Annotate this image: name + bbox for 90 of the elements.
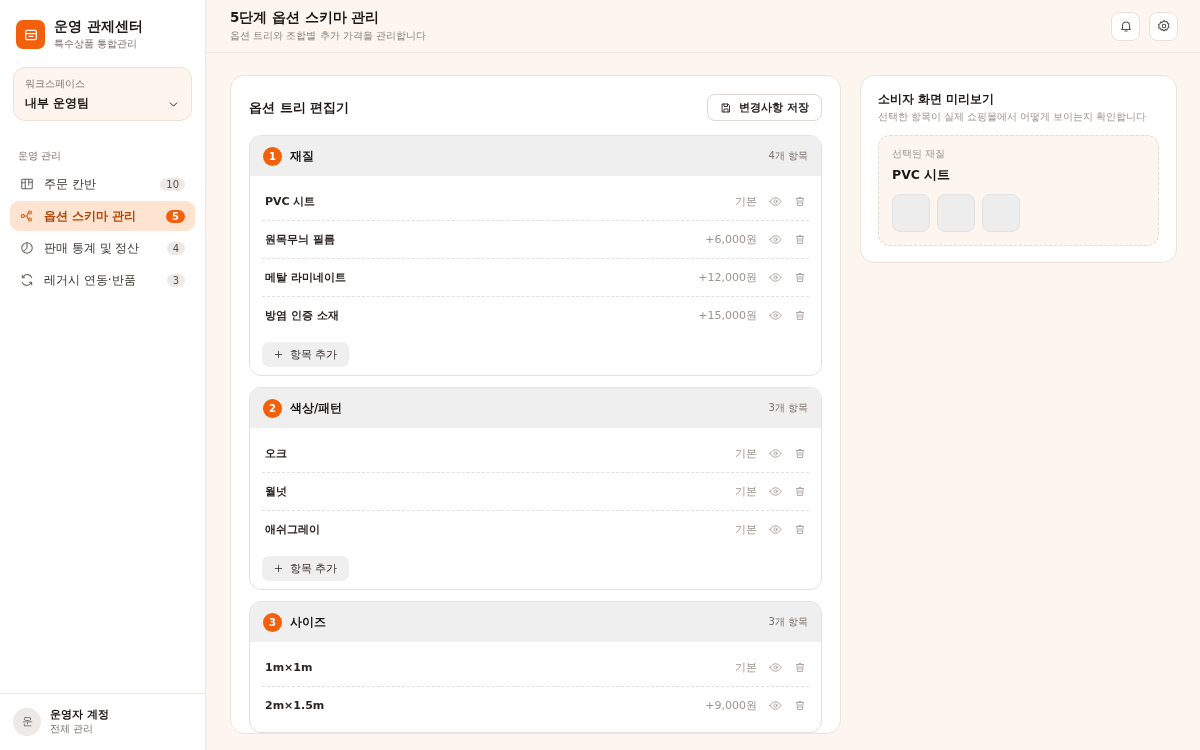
item-count: 4개 항목	[768, 149, 808, 163]
eye-icon[interactable]	[769, 447, 782, 460]
selected-label: 선택된 재질	[892, 148, 947, 161]
eye-icon[interactable]	[769, 233, 782, 246]
workspace-select[interactable]: 워크스페이스 내부 운영팀	[13, 67, 192, 121]
nav-label: 옵션 스키마 관리	[44, 207, 138, 225]
option-name: 원목무늬 필름	[265, 232, 336, 247]
eye-icon[interactable]	[769, 699, 782, 712]
option-price: 기본	[735, 660, 757, 675]
notifications-button[interactable]	[1111, 11, 1140, 41]
step-number: 2	[263, 398, 282, 418]
save-button[interactable]: 변경사항 저장	[707, 94, 822, 121]
item-count: 3개 항목	[768, 401, 808, 415]
avatar: 운	[13, 707, 41, 736]
trash-icon[interactable]	[794, 523, 806, 536]
option-price: +12,000원	[698, 270, 757, 285]
group-name: 색상/패턴	[290, 400, 344, 416]
option-name: PVC 시트	[265, 194, 317, 209]
add-item-button[interactable]: 항목 추가	[262, 556, 349, 581]
account-name: 운영자 계정	[50, 707, 109, 722]
swatch-placeholder[interactable]	[892, 194, 930, 232]
option-price: +15,000원	[698, 308, 757, 323]
nav-item[interactable]: 레거시 연동·반품 3	[10, 265, 195, 295]
nav-item[interactable]: 판매 통계 및 정산 4	[10, 233, 195, 263]
option-name: 월넛	[265, 484, 288, 499]
option-name: 애쉬그레이	[265, 522, 321, 537]
option-name: 방염 인증 소재	[265, 308, 340, 323]
account-role: 전체 관리	[50, 722, 95, 736]
count-badge: 10	[160, 177, 185, 191]
trash-icon[interactable]	[794, 309, 806, 322]
editor-title: 옵션 트리 편집기	[249, 98, 350, 117]
add-item-button[interactable]: 항목 추가	[262, 342, 349, 367]
nav-item[interactable]: 주문 칸반 10	[10, 169, 195, 199]
section-label: 운영 관리	[18, 149, 63, 163]
eye-icon[interactable]	[769, 661, 782, 674]
option-price: +6,000원	[705, 232, 757, 247]
eye-icon[interactable]	[769, 271, 782, 284]
trash-icon[interactable]	[794, 195, 806, 208]
option-price: 기본	[735, 446, 757, 461]
preview-subtitle: 선택한 항목이 실제 쇼핑몰에서 어떻게 보이는지 확인합니다	[878, 111, 1148, 124]
settings-icon	[1156, 19, 1171, 33]
swatch-placeholder[interactable]	[982, 194, 1020, 232]
count-badge: 4	[166, 241, 185, 255]
group-name: 사이즈	[290, 614, 327, 630]
bell-icon	[1118, 19, 1133, 33]
option-name: 메탈 라미네이트	[265, 270, 347, 285]
preview-title: 소비자 화면 미리보기	[878, 92, 995, 107]
option-price: 기본	[735, 484, 757, 499]
nodes-icon	[20, 209, 34, 223]
item-count: 3개 항목	[768, 615, 808, 629]
count-badge: 3	[166, 273, 185, 287]
board-icon	[20, 177, 34, 191]
nav-label: 판매 통계 및 정산	[44, 239, 141, 257]
option-name: 1m×1m	[265, 661, 314, 674]
eye-icon[interactable]	[769, 523, 782, 536]
trash-icon[interactable]	[794, 661, 806, 674]
logo-icon	[16, 20, 45, 49]
plus-icon	[273, 349, 284, 360]
nav-label: 레거시 연동·반품	[44, 271, 137, 289]
option-name: 2m×1.5m	[265, 699, 326, 712]
step-number: 3	[263, 612, 282, 632]
refresh-icon	[20, 273, 34, 287]
workspace-value: 내부 운영팀	[25, 96, 89, 111]
selected-value: PVC 시트	[892, 167, 952, 184]
brand-subtitle: 특수상품 통합관리	[54, 37, 139, 51]
step-number: 1	[263, 146, 282, 166]
trash-icon[interactable]	[794, 447, 806, 460]
trash-icon[interactable]	[794, 233, 806, 246]
trash-icon[interactable]	[794, 485, 806, 498]
nav-item[interactable]: 옵션 스키마 관리 5	[10, 201, 195, 231]
page-subtitle: 옵션 트리와 조합별 추가 가격을 관리합니다	[230, 29, 427, 43]
option-price: 기본	[735, 522, 757, 537]
eye-icon[interactable]	[769, 309, 782, 322]
settings-button[interactable]	[1149, 11, 1178, 41]
plus-icon	[273, 563, 284, 574]
option-name: 오크	[265, 446, 288, 461]
eye-icon[interactable]	[769, 485, 782, 498]
group-name: 재질	[290, 148, 315, 164]
option-price: 기본	[735, 194, 757, 209]
trash-icon[interactable]	[794, 699, 806, 712]
workspace-label: 워크스페이스	[25, 77, 86, 91]
swatch-placeholder[interactable]	[937, 194, 975, 232]
page-title: 5단계 옵션 스키마 관리	[230, 9, 381, 27]
brand-title: 운영 관제센터	[54, 18, 143, 36]
count-badge: 5	[166, 209, 185, 223]
nav-label: 주문 칸반	[44, 175, 97, 193]
option-price: +9,000원	[705, 698, 757, 713]
trash-icon[interactable]	[794, 271, 806, 284]
eye-icon[interactable]	[769, 195, 782, 208]
pie-chart-icon	[20, 241, 34, 255]
